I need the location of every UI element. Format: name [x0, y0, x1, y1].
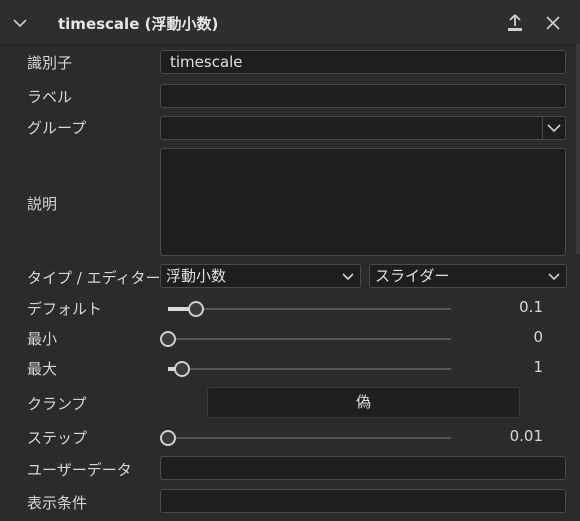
upload-icon[interactable] — [504, 12, 526, 34]
panel-title: timescale (浮動小数) — [58, 15, 219, 33]
slider-track — [168, 338, 451, 340]
step-value: 0.01 — [509, 427, 543, 445]
close-icon[interactable] — [542, 12, 564, 34]
editor-select[interactable]: スライダー — [369, 264, 567, 288]
max-label: 最大 — [27, 360, 58, 378]
type-select-value: 浮動小数 — [166, 267, 227, 285]
type-select[interactable]: 浮動小数 — [160, 264, 361, 288]
group-label: グループ — [27, 119, 87, 137]
max-slider[interactable] — [168, 361, 451, 377]
chevron-down-icon — [342, 273, 354, 281]
display-condition-label: 表示条件 — [27, 494, 88, 512]
chevron-down-icon[interactable] — [10, 13, 30, 33]
step-slider[interactable] — [160, 430, 451, 446]
slider-track — [168, 368, 451, 370]
min-label: 最小 — [27, 330, 58, 348]
slider-knob[interactable] — [188, 301, 205, 317]
step-label: ステップ — [27, 429, 88, 447]
default-value: 0.1 — [519, 298, 543, 316]
editor-select-value: スライダー — [375, 267, 450, 285]
group-combobox[interactable] — [160, 116, 566, 140]
slider-track — [168, 437, 451, 439]
slider-knob[interactable] — [160, 430, 176, 446]
clamp-label: クランプ — [27, 395, 87, 413]
scrollbar[interactable] — [576, 44, 580, 254]
parameter-panel: timescale (浮動小数) 識別子 timescale ラベル グループ … — [0, 0, 580, 521]
identifier-field[interactable]: timescale — [160, 50, 566, 74]
label-field[interactable] — [160, 84, 566, 108]
min-slider[interactable] — [160, 331, 451, 347]
description-label: 説明 — [27, 195, 58, 213]
slider-fill — [168, 307, 191, 311]
slider-track — [168, 308, 451, 310]
user-data-field[interactable] — [160, 456, 566, 480]
description-textarea[interactable] — [160, 148, 566, 256]
panel-header: timescale (浮動小数) — [0, 0, 580, 45]
max-value: 1 — [533, 358, 543, 376]
default-label: デフォルト — [27, 300, 103, 318]
slider-knob[interactable] — [160, 331, 176, 347]
label-label: ラベル — [27, 88, 73, 106]
chevron-down-icon[interactable] — [542, 117, 565, 139]
display-condition-field[interactable] — [160, 489, 566, 513]
default-slider[interactable] — [168, 301, 451, 317]
clamp-toggle-button[interactable]: 偽 — [207, 387, 520, 418]
slider-knob[interactable] — [174, 361, 191, 377]
chevron-down-icon — [548, 273, 560, 281]
min-value: 0 — [533, 328, 543, 346]
type-editor-label: タイプ / エディター — [27, 269, 161, 287]
identifier-label: 識別子 — [27, 54, 73, 72]
user-data-label: ユーザーデータ — [27, 461, 132, 479]
